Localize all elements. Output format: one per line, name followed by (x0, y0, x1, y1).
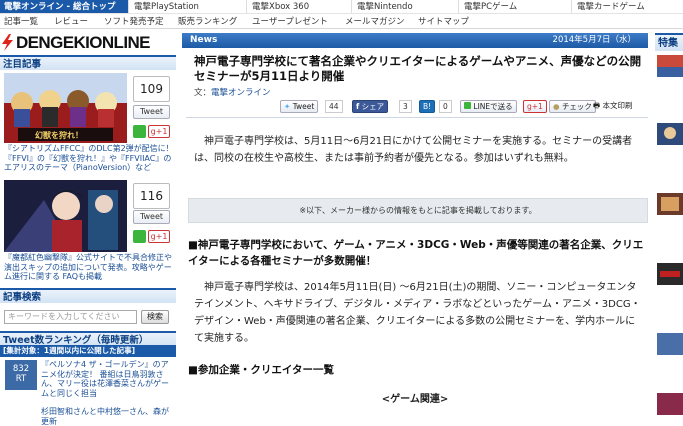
article: News 2014年5月7日（水） 神戸電子専門学校にて著名企業やクリエイターに… (182, 33, 648, 417)
check-label: チェック (561, 102, 592, 111)
featured-caption-2[interactable]: 『魔都紅色幽撃隊』公式サイトで不具合修正や演出スキップの追加について発表。攻略や… (4, 253, 174, 282)
article-lead: 神戸電子専門学校は、5月11日～6月21日にかけて公開セミナーを実施する。セミナ… (194, 136, 633, 164)
printer-icon: 🖶 (593, 101, 601, 110)
nav-review[interactable]: レビュー (54, 15, 88, 29)
facebook-label: シェア (361, 102, 385, 111)
nav-sales-ranking[interactable]: 販売ランキング (178, 15, 237, 29)
feature-thumbnail[interactable] (657, 393, 683, 415)
feature-thumbnail[interactable] (657, 263, 683, 285)
matsu-kurenai-image (4, 180, 127, 252)
site-logo[interactable]: DENGEKIONLINE (0, 33, 178, 53)
ranking-unit: RT (15, 374, 27, 384)
feature-thumbnail[interactable] (657, 193, 683, 215)
article-body-1: 神戸電子専門学校は、2014年5月11日(日) ～6月21日(土)の期間、ソニー… (194, 282, 641, 344)
nav-mail-magazine[interactable]: メールマガジン (345, 15, 405, 29)
section-heading-1: ■神戸電子専門学校において、ゲーム・アニメ・3DCG・Web・声優等関連の著名企… (188, 239, 644, 267)
ranking-heading: Tweet数ランキング（毎時更新） (0, 331, 176, 346)
facebook-share-count: 3 (399, 100, 412, 113)
game-section-subheading: <ゲーム関連> (381, 394, 449, 405)
check-icon: ● (553, 102, 560, 111)
ranking-subheading: [集計対象：1週間以内に公開した記事] (0, 345, 176, 357)
search-button[interactable]: 検索 (141, 310, 169, 324)
tweet-button[interactable]: Tweet (133, 105, 170, 119)
tab-pcgame[interactable]: 電撃PCゲーム (460, 0, 572, 13)
feature-thumbnail[interactable] (657, 55, 683, 77)
facebook-share-button[interactable]: f シェア (352, 100, 389, 113)
twitter-bird-icon: ✦ (284, 102, 291, 111)
nav-article-list[interactable]: 記事一覧 (4, 15, 38, 29)
ranking-item-1[interactable]: 『ペルソナ4 ザ・ゴールデン』のアニメ化が決定！ 番組は日鳥羽敦さん、マリー役は… (41, 360, 175, 398)
article-title: 神戸電子専門学校にて著名企業やクリエイターによるゲームやアニメ、声優などの公開セ… (194, 54, 642, 83)
tweet-count: 116 (133, 183, 170, 209)
hatena-bookmark-count: 0 (439, 100, 452, 113)
featured-caption-1[interactable]: 『シアトリズムFFCC』のDLC第2弾が配信に！『FFVI』の『幻獣を狩れ！』や… (4, 144, 174, 173)
gplus-button[interactable]: g+1 (148, 230, 170, 243)
print-label: 本文印刷 (602, 101, 633, 110)
tab-playstation[interactable]: 電撃PlayStation (130, 0, 247, 13)
line-share-icon[interactable] (133, 230, 146, 243)
special-feature-heading: 特集 (655, 33, 683, 51)
tweet-button[interactable]: Tweet (133, 210, 170, 224)
sub-nav: 記事一覧 レビュー ソフト発売予定 販売ランキング ユーザープレゼント メールマ… (0, 15, 683, 29)
tab-cardgame[interactable]: 電撃カードゲーム (573, 0, 683, 13)
featured-thumbnail-1[interactable]: 幻獣を狩れ！ (4, 73, 127, 143)
line-label: LINEで送る (473, 102, 513, 111)
byline: 文：電撃オンライン (194, 86, 271, 98)
feature-thumbnail[interactable] (657, 333, 683, 355)
lightning-icon (2, 34, 13, 51)
site-tabs: 電撃オンライン - 総合トップ 電撃PlayStation 電撃Xbox 360… (0, 0, 683, 14)
right-column: 特集 (655, 33, 683, 417)
thumbnail-overlay-text: 幻獣を狩れ！ (35, 131, 83, 140)
article-date: 2014年5月7日（水） (552, 35, 636, 45)
search-input[interactable]: キーワードを入力してください (4, 310, 137, 324)
maker-note: ※以下、メーカー様からの情報をもとに記事を掲載しております。 (188, 198, 648, 223)
logo-text: DENGEKIONLINE (16, 33, 150, 52)
tab-xbox360[interactable]: 電撃Xbox 360 (248, 0, 352, 13)
line-share-icon[interactable] (133, 125, 146, 138)
section-heading-2: ■参加企業・クリエイター一覧 (188, 364, 335, 376)
nav-sitemap[interactable]: サイトマップ (418, 15, 469, 29)
tweet-share-button[interactable]: ✦ Tweet (280, 100, 319, 113)
nav-present[interactable]: ユーザープレゼント (252, 15, 328, 29)
search-heading: 記事検索 (0, 288, 176, 303)
mixi-check-button[interactable]: ● チェック (549, 100, 596, 113)
news-bar: News 2014年5月7日（水） (182, 33, 648, 48)
share-divider (186, 117, 648, 118)
tweet-count: 109 (133, 76, 170, 102)
tweet-label: Tweet (292, 102, 315, 111)
line-icon (464, 102, 471, 109)
ranking-count-badge: 832 RT (5, 360, 37, 390)
featured-thumbnail-2[interactable] (4, 180, 127, 252)
hatena-bookmark-button[interactable]: B! (419, 100, 436, 113)
print-button[interactable]: 🖶 本文印刷 (590, 100, 635, 113)
facebook-icon: f (356, 102, 360, 111)
nav-release-schedule[interactable]: ソフト発売予定 (104, 15, 164, 29)
line-share-button[interactable]: LINEで送る (460, 100, 517, 113)
featured-heading: 注目記事 (0, 55, 176, 70)
tweet-share-count: 44 (325, 100, 343, 113)
byline-prefix: 文： (194, 88, 212, 98)
gplus-button[interactable]: g+1 (148, 125, 170, 138)
gplus-share-button[interactable]: g+1 (523, 100, 547, 113)
news-category: News (190, 35, 218, 45)
feature-thumbnail[interactable] (657, 123, 683, 145)
tab-dengeki-top[interactable]: 電撃オンライン - 総合トップ (0, 0, 129, 13)
ranking-count: 832 (12, 364, 30, 374)
byline-author[interactable]: 電撃オンライン (211, 88, 271, 98)
tab-nintendo[interactable]: 電撃Nintendo (353, 0, 459, 13)
